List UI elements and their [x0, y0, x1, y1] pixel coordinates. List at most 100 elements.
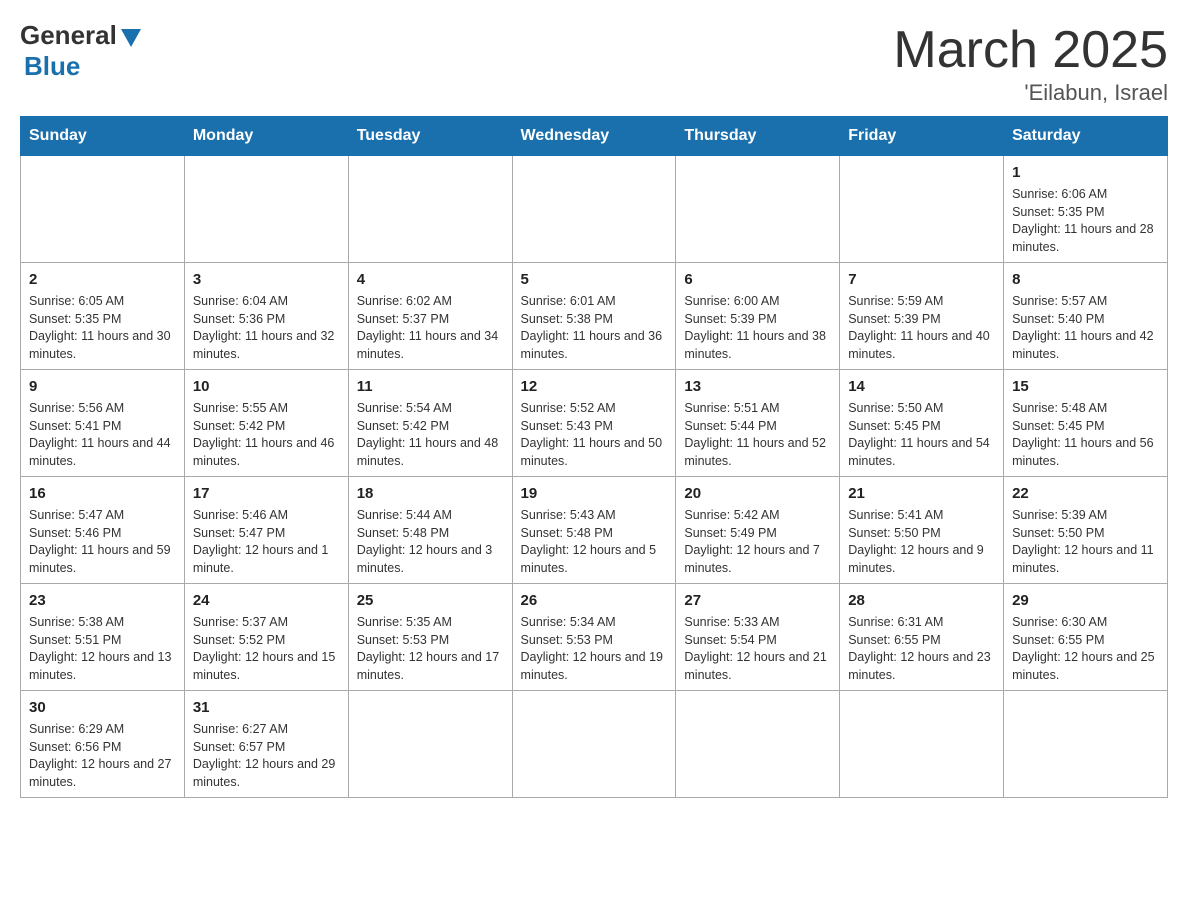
location-title: 'Eilabun, Israel [893, 80, 1168, 106]
day-info: Sunrise: 5:38 AMSunset: 5:51 PMDaylight:… [29, 614, 176, 684]
calendar-cell: 24 Sunrise: 5:37 AMSunset: 5:52 PMDayligh… [184, 584, 348, 691]
day-number: 6 [684, 269, 831, 290]
day-info: Sunrise: 5:57 AMSunset: 5:40 PMDaylight:… [1012, 293, 1159, 363]
day-number: 30 [29, 697, 176, 718]
day-number: 13 [684, 376, 831, 397]
calendar-week-4: 23 Sunrise: 5:38 AMSunset: 5:51 PMDayligh… [21, 584, 1168, 691]
day-info: Sunrise: 6:01 AMSunset: 5:38 PMDaylight:… [521, 293, 668, 363]
day-info: Sunrise: 5:34 AMSunset: 5:53 PMDaylight:… [521, 614, 668, 684]
day-info: Sunrise: 6:30 AMSunset: 6:55 PMDaylight:… [1012, 614, 1159, 684]
calendar-cell: 22Sunrise: 5:39 AMSunset: 5:50 PMDayligh… [1004, 477, 1168, 584]
day-number: 5 [521, 269, 668, 290]
day-number: 28 [848, 590, 995, 611]
calendar-header: SundayMondayTuesdayWednesdayThursdayFrid… [21, 117, 1168, 156]
day-info: Sunrise: 5:46 AMSunset: 5:47 PMDaylight:… [193, 507, 340, 577]
calendar-cell: 6Sunrise: 6:00 AMSunset: 5:39 PMDaylight… [676, 263, 840, 370]
day-info: Sunrise: 5:44 AMSunset: 5:48 PMDaylight:… [357, 507, 504, 577]
calendar-cell [21, 156, 185, 263]
day-info: Sunrise: 5:55 AMSunset: 5:42 PMDaylight:… [193, 400, 340, 470]
calendar-cell: 18Sunrise: 5:44 AMSunset: 5:48 PMDayligh… [348, 477, 512, 584]
weekday-header-row: SundayMondayTuesdayWednesdayThursdayFrid… [21, 117, 1168, 156]
day-number: 12 [521, 376, 668, 397]
calendar-cell: 29Sunrise: 6:30 AMSunset: 6:55 PMDayligh… [1004, 584, 1168, 691]
calendar-cell: 28 Sunrise: 6:31 AMSunset: 6:55 PMDayligh… [840, 584, 1004, 691]
calendar-cell: 7Sunrise: 5:59 AMSunset: 5:39 PMDaylight… [840, 263, 1004, 370]
day-info: Sunrise: 5:35 AMSunset: 5:53 PMDaylight:… [357, 614, 504, 684]
calendar-cell: 17 Sunrise: 5:46 AMSunset: 5:47 PMDayligh… [184, 477, 348, 584]
day-info: Sunrise: 5:37 AMSunset: 5:52 PMDaylight:… [193, 614, 340, 684]
calendar-cell [1004, 691, 1168, 798]
calendar-cell: 16 Sunrise: 5:47 AMSunset: 5:46 PMDayligh… [21, 477, 185, 584]
weekday-header-thursday: Thursday [676, 117, 840, 156]
day-number: 1 [1012, 162, 1159, 183]
logo-text-blue: Blue [24, 51, 80, 82]
calendar-cell: 25 Sunrise: 5:35 AMSunset: 5:53 PMDayligh… [348, 584, 512, 691]
day-info: Sunrise: 5:33 AMSunset: 5:54 PMDaylight:… [684, 614, 831, 684]
calendar-cell: 20 Sunrise: 5:42 AMSunset: 5:49 PMDayligh… [676, 477, 840, 584]
day-number: 17 [193, 483, 340, 504]
day-number: 19 [521, 483, 668, 504]
calendar-cell: 1 Sunrise: 6:06 AMSunset: 5:35 PMDaylight… [1004, 156, 1168, 263]
day-number: 15 [1012, 376, 1159, 397]
day-info: Sunrise: 6:06 AMSunset: 5:35 PMDaylight:… [1012, 186, 1159, 256]
day-info: Sunrise: 5:43 AMSunset: 5:48 PMDaylight:… [521, 507, 668, 577]
day-number: 24 [193, 590, 340, 611]
calendar-cell: 14Sunrise: 5:50 AMSunset: 5:45 PMDayligh… [840, 370, 1004, 477]
calendar-cell [840, 156, 1004, 263]
day-number: 4 [357, 269, 504, 290]
calendar-week-5: 30Sunrise: 6:29 AMSunset: 6:56 PMDayligh… [21, 691, 1168, 798]
calendar-cell [348, 156, 512, 263]
calendar-cell: 19 Sunrise: 5:43 AMSunset: 5:48 PMDayligh… [512, 477, 676, 584]
calendar-week-3: 16 Sunrise: 5:47 AMSunset: 5:46 PMDayligh… [21, 477, 1168, 584]
title-area: March 2025 'Eilabun, Israel [893, 20, 1168, 106]
day-info: Sunrise: 5:52 AMSunset: 5:43 PMDaylight:… [521, 400, 668, 470]
day-info: Sunrise: 6:04 AMSunset: 5:36 PMDaylight:… [193, 293, 340, 363]
calendar-cell [512, 691, 676, 798]
logo-general-row: General [20, 20, 141, 51]
calendar-cell [676, 156, 840, 263]
day-info: Sunrise: 5:47 AMSunset: 5:46 PMDaylight:… [29, 507, 176, 577]
calendar-cell: 27Sunrise: 5:33 AMSunset: 5:54 PMDayligh… [676, 584, 840, 691]
calendar-cell: 30Sunrise: 6:29 AMSunset: 6:56 PMDayligh… [21, 691, 185, 798]
weekday-header-monday: Monday [184, 117, 348, 156]
weekday-header-tuesday: Tuesday [348, 117, 512, 156]
day-number: 22 [1012, 483, 1159, 504]
day-info: Sunrise: 5:48 AMSunset: 5:45 PMDaylight:… [1012, 400, 1159, 470]
calendar-cell: 26Sunrise: 5:34 AMSunset: 5:53 PMDayligh… [512, 584, 676, 691]
calendar-cell: 2Sunrise: 6:05 AMSunset: 5:35 PMDaylight… [21, 263, 185, 370]
calendar-cell: 12 Sunrise: 5:52 AMSunset: 5:43 PMDayligh… [512, 370, 676, 477]
calendar-cell [184, 156, 348, 263]
day-info: Sunrise: 5:41 AMSunset: 5:50 PMDaylight:… [848, 507, 995, 577]
calendar-week-0: 1 Sunrise: 6:06 AMSunset: 5:35 PMDaylight… [21, 156, 1168, 263]
logo: General Blue [20, 20, 141, 82]
day-number: 21 [848, 483, 995, 504]
day-info: Sunrise: 5:50 AMSunset: 5:45 PMDaylight:… [848, 400, 995, 470]
day-number: 16 [29, 483, 176, 504]
day-number: 20 [684, 483, 831, 504]
day-info: Sunrise: 5:51 AMSunset: 5:44 PMDaylight:… [684, 400, 831, 470]
day-number: 9 [29, 376, 176, 397]
day-info: Sunrise: 6:27 AMSunset: 6:57 PMDaylight:… [193, 721, 340, 791]
day-number: 23 [29, 590, 176, 611]
day-info: Sunrise: 6:31 AMSunset: 6:55 PMDaylight:… [848, 614, 995, 684]
calendar-cell: 21 Sunrise: 5:41 AMSunset: 5:50 PMDayligh… [840, 477, 1004, 584]
calendar-cell: 8Sunrise: 5:57 AMSunset: 5:40 PMDaylight… [1004, 263, 1168, 370]
day-number: 31 [193, 697, 340, 718]
calendar-cell: 31 Sunrise: 6:27 AMSunset: 6:57 PMDayligh… [184, 691, 348, 798]
calendar-cell: 15 Sunrise: 5:48 AMSunset: 5:45 PMDayligh… [1004, 370, 1168, 477]
calendar-cell: 11Sunrise: 5:54 AMSunset: 5:42 PMDayligh… [348, 370, 512, 477]
calendar-cell: 9Sunrise: 5:56 AMSunset: 5:41 PMDaylight… [21, 370, 185, 477]
calendar-cell [512, 156, 676, 263]
logo-text-general: General [20, 20, 117, 51]
logo-arrow-icon [121, 29, 141, 47]
month-title: March 2025 [893, 20, 1168, 80]
calendar-body: 1 Sunrise: 6:06 AMSunset: 5:35 PMDaylight… [21, 156, 1168, 798]
day-info: Sunrise: 6:02 AMSunset: 5:37 PMDaylight:… [357, 293, 504, 363]
day-info: Sunrise: 5:42 AMSunset: 5:49 PMDaylight:… [684, 507, 831, 577]
day-number: 25 [357, 590, 504, 611]
calendar-cell: 13 Sunrise: 5:51 AMSunset: 5:44 PMDayligh… [676, 370, 840, 477]
day-number: 7 [848, 269, 995, 290]
calendar-cell [840, 691, 1004, 798]
weekday-header-friday: Friday [840, 117, 1004, 156]
weekday-header-sunday: Sunday [21, 117, 185, 156]
